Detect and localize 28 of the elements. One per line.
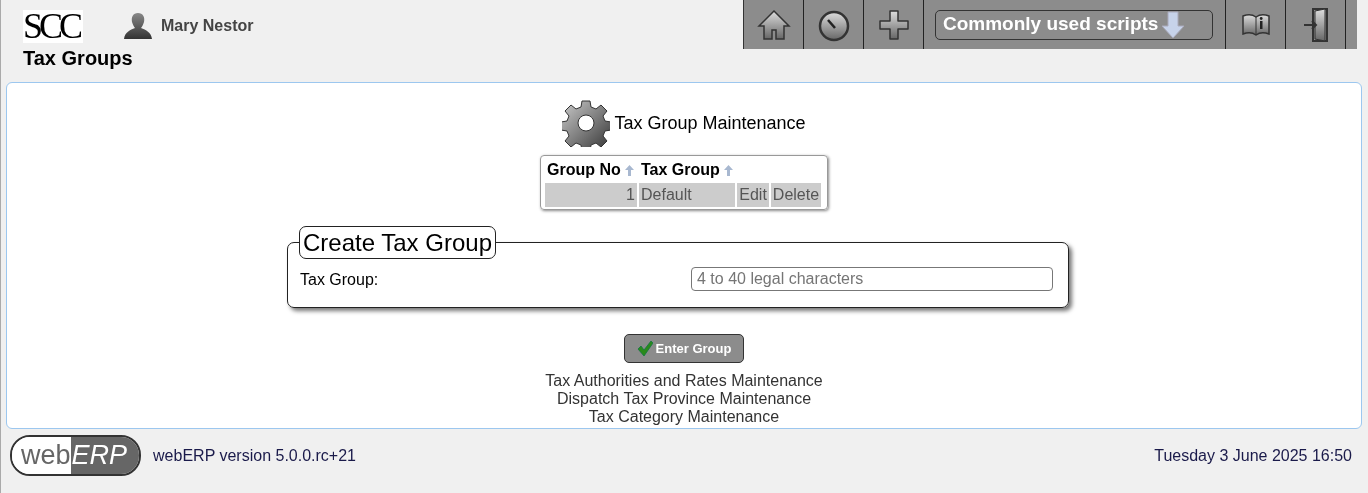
- link[interactable]: Dispatch Tax Province Maintenance: [556, 390, 812, 407]
- logo: webERP: [10, 435, 142, 476]
- page-heading: Tax Group Maintenance: [614, 111, 806, 135]
- sort-arrow-icon: [625, 165, 635, 177]
- input-field[interactable]: 4 to 40 legal characters: [691, 267, 1053, 291]
- logo: SCC: [23, 10, 84, 43]
- table-cell: Default: [639, 183, 736, 207]
- column-header[interactable]: Group No: [545, 158, 637, 182]
- date-time: Tuesday 3 June 2025 16:50: [1154, 445, 1352, 466]
- book-icon: [1240, 12, 1271, 37]
- form-legend: Create Tax Group: [299, 226, 496, 259]
- link[interactable]: Tax Authorities and Rates Maintenance: [545, 372, 823, 389]
- home-icon: [756, 7, 791, 42]
- table-cell: 1: [545, 183, 637, 207]
- user-name: Mary Nestor: [161, 16, 254, 36]
- field-label: Tax Group:: [300, 270, 379, 290]
- column-header[interactable]: Tax Group: [639, 158, 736, 182]
- link[interactable]: Tax Category Maintenance: [588, 408, 780, 425]
- sort-arrow-icon: [724, 165, 734, 177]
- add-icon: [876, 7, 911, 42]
- arrow-down-icon: [1161, 10, 1186, 39]
- gear-icon: [562, 99, 611, 147]
- user-icon: [123, 12, 153, 40]
- checkmark-icon: [636, 341, 653, 356]
- version-text: webERP version 5.0.0.rc+21: [153, 445, 356, 466]
- action-link[interactable]: Edit: [737, 183, 769, 207]
- action-link[interactable]: Delete: [770, 183, 822, 207]
- page-title: Tax Groups: [23, 46, 133, 71]
